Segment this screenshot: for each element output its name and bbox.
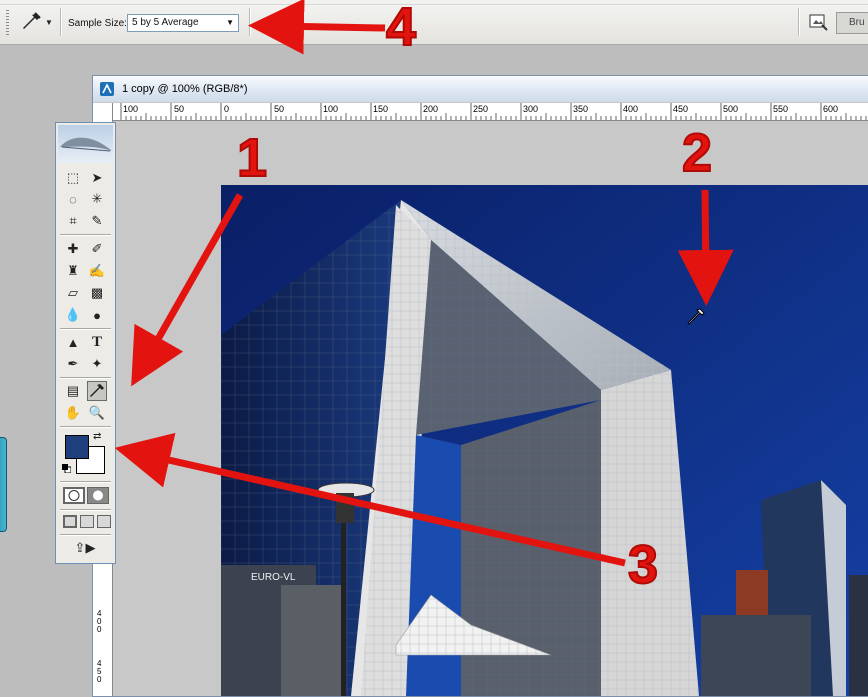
ruler-label: 400 — [97, 609, 102, 634]
blur-tool-icon[interactable]: 💧 — [63, 305, 83, 325]
tools-palette: ⬚ ➤ ◌ ✳ ⌗ ✎ ✚ ✐ ♜ ✍ ▱ ▩ 💧 ● ▲ T ✒ ✦ ▤ ✋ … — [55, 122, 116, 564]
notes-tool-icon[interactable]: ▤ — [63, 381, 83, 401]
toolbox-divider — [60, 328, 111, 330]
ruler-label: 550 — [773, 104, 789, 114]
path-selection-tool-icon[interactable]: ▲ — [63, 332, 83, 352]
ruler-label: 400 — [623, 104, 639, 114]
full-screen-mode-button[interactable] — [97, 515, 111, 528]
toolbox-divider — [60, 481, 111, 483]
ruler-label: 50 — [274, 104, 285, 114]
options-bar-grip[interactable] — [6, 10, 9, 36]
gradient-tool-icon[interactable]: ▩ — [87, 283, 107, 303]
ruler-label: 100 — [323, 104, 339, 114]
zoom-tool-icon[interactable]: 🔍 — [87, 403, 107, 423]
collapsed-panel-edge[interactable] — [0, 437, 7, 532]
crop-tool-icon[interactable]: ⌗ — [63, 211, 83, 231]
sample-size-label: Sample Size: — [68, 18, 127, 29]
ruler-label: 150 — [373, 104, 389, 114]
grande-arche-photo: EURO-VL — [221, 185, 868, 696]
default-colors-icon[interactable] — [62, 464, 71, 473]
foreground-color-swatch[interactable] — [65, 435, 89, 459]
standard-screen-mode-button[interactable] — [63, 515, 77, 528]
document-title: 1 copy @ 100% (RGB/8*) — [122, 83, 248, 95]
clone-stamp-tool-icon[interactable]: ♜ — [63, 261, 83, 281]
marquee-tool-icon[interactable]: ⬚ — [63, 168, 83, 188]
ruler-label: 0 — [224, 104, 230, 114]
toolbox-header[interactable] — [58, 125, 113, 163]
annotation-number: 2 — [681, 122, 713, 184]
ruler-label: 200 — [423, 104, 439, 114]
toolbox-divider — [60, 377, 111, 379]
toolbox-divider — [60, 426, 111, 428]
options-divider — [249, 8, 251, 36]
toolbox-divider — [60, 234, 111, 236]
options-divider — [60, 8, 62, 36]
ruler-label: 500 — [723, 104, 739, 114]
document-titlebar[interactable]: 1 copy @ 100% (RGB/8*) — [93, 76, 868, 102]
brushes-tab-label: Bru — [849, 17, 865, 28]
sample-size-value: 5 by 5 Average — [132, 17, 199, 28]
pen-tool-icon[interactable]: ✒ — [63, 354, 83, 374]
toolbox-divider — [60, 509, 111, 511]
magic-wand-tool-icon[interactable]: ✳ — [87, 189, 107, 209]
annotation-number: 1 — [236, 127, 268, 189]
ruler-label: 450 — [97, 659, 102, 684]
ruler-label: 300 — [523, 104, 539, 114]
eyedropper-icon — [23, 12, 41, 29]
tool-preset-picker[interactable]: ▼ — [18, 10, 56, 34]
feather-icon — [60, 137, 112, 152]
chevron-down-icon: ▼ — [226, 18, 234, 27]
chevron-down-icon: ▼ — [45, 18, 53, 27]
swap-colors-icon[interactable]: ⇄ — [93, 431, 105, 443]
annotation-number: 3 — [627, 534, 659, 596]
file-browser-icon[interactable] — [806, 12, 830, 34]
sample-size-select[interactable]: 5 by 5 Average ▼ — [127, 14, 239, 32]
menu-bar-edge — [0, 0, 868, 5]
brush-tool-icon[interactable]: ✐ — [87, 239, 107, 259]
history-brush-tool-icon[interactable]: ✍ — [87, 261, 107, 281]
jump-to-imageready-icon[interactable]: ⇪▶ — [63, 538, 107, 558]
quick-mask-mode-button[interactable] — [87, 487, 109, 504]
full-screen-menu-mode-button[interactable] — [80, 515, 94, 528]
ruler-label: 600 — [823, 104, 839, 114]
ruler-label: 100 — [123, 104, 139, 114]
photoshop-document-icon — [100, 82, 114, 96]
canvas-image[interactable]: EURO-VL — [221, 185, 868, 696]
brushes-tab[interactable]: Bru — [836, 12, 868, 34]
eyedropper-cursor-icon — [687, 308, 705, 325]
lasso-tool-icon[interactable]: ◌ — [63, 189, 83, 209]
options-bar: ▼ Sample Size: 5 by 5 Average ▼ Bru — [0, 0, 868, 45]
ruler-label: 450 — [673, 104, 689, 114]
eraser-tool-icon[interactable]: ▱ — [63, 283, 83, 303]
ruler-label: 250 — [473, 104, 489, 114]
move-tool-icon[interactable]: ➤ — [87, 168, 107, 188]
standard-mode-button[interactable] — [63, 487, 85, 504]
ruler-label: 350 — [573, 104, 589, 114]
custom-shape-tool-icon[interactable]: ✦ — [87, 354, 107, 374]
dodge-tool-icon[interactable]: ● — [87, 305, 107, 325]
horizontal-ruler[interactable]: 100 50 0 50 100 150 200 250 300 350 400 … — [113, 103, 868, 121]
annotation-number: 4 — [385, 0, 417, 58]
type-tool-icon[interactable]: T — [87, 332, 107, 352]
slice-tool-icon[interactable]: ✎ — [87, 211, 107, 231]
document-window: 1 copy @ 100% (RGB/8*) 100 50 0 50 100 1… — [92, 75, 868, 697]
eyedropper-tool-icon[interactable] — [87, 381, 107, 401]
toolbox-divider — [60, 534, 111, 536]
healing-brush-tool-icon[interactable]: ✚ — [63, 239, 83, 259]
euro-sign-text: EURO-VL — [251, 572, 296, 583]
ruler-label: 50 — [174, 104, 185, 114]
hand-tool-icon[interactable]: ✋ — [63, 403, 83, 423]
options-divider — [798, 8, 800, 36]
